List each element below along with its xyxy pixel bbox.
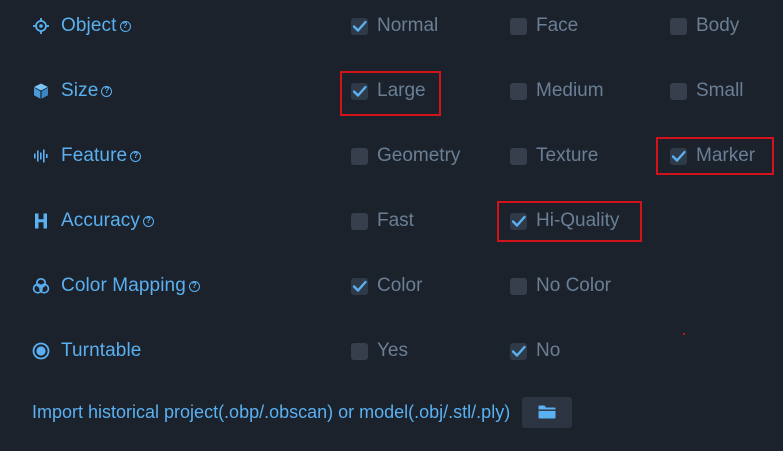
checkbox-normal[interactable] [351,17,368,35]
color-mapping-label: Color Mapping [61,275,186,296]
option-yes[interactable]: Yes [351,331,408,371]
color-mapping-label-group: Color Mapping ? [32,266,200,306]
option-medium[interactable]: Medium [510,71,604,111]
option-geometry[interactable]: Geometry [351,136,460,176]
option-label: Body [696,15,740,36]
red-dot-mark [683,333,685,335]
checkbox-small[interactable] [670,82,687,100]
option-no[interactable]: No [510,331,560,371]
option-small[interactable]: Small [670,71,744,111]
option-label: Geometry [377,145,461,166]
size-label-group: Size ? [32,71,113,111]
object-label-group: Object ? [32,6,131,46]
option-label: Color [377,275,423,296]
checkbox-medium[interactable] [510,82,527,100]
option-texture[interactable]: Texture [510,136,598,176]
accuracy-label-group: Accuracy ? [32,201,154,241]
option-label: No Color [536,275,611,296]
option-label: Medium [536,80,604,101]
feature-label: Feature [61,145,128,166]
help-icon[interactable]: ? [188,280,200,292]
option-no-color[interactable]: No Color [510,266,611,306]
checkbox-fast[interactable] [351,212,368,230]
help-icon[interactable]: ? [142,215,154,227]
option-label: Face [536,15,579,36]
object-row: Object ? Normal Face Body [0,6,783,46]
size-label: Size [61,80,99,101]
highlight-large [340,71,441,116]
import-link[interactable]: Import historical project(.obp/.obscan) … [32,402,510,423]
checkbox-no-color[interactable] [510,277,527,295]
option-normal[interactable]: Normal [351,6,438,46]
checkbox-body[interactable] [670,17,687,35]
help-icon[interactable]: ? [130,150,142,162]
import-folder-button[interactable] [522,396,573,428]
h-letter-icon [32,212,50,230]
option-label: Fast [377,210,414,231]
checkbox-texture[interactable] [510,147,527,165]
option-label: Texture [536,145,599,166]
option-face[interactable]: Face [510,6,578,46]
accuracy-label: Accuracy [61,210,140,231]
checkbox-yes[interactable] [351,342,368,360]
option-color[interactable]: Color [351,266,422,306]
cube-icon [32,82,50,100]
checkbox-color[interactable] [351,277,368,295]
option-label: No [536,340,561,361]
checkbox-face[interactable] [510,17,527,35]
help-icon[interactable]: ? [119,20,131,32]
option-body[interactable]: Body [670,6,739,46]
import-row: Import historical project(.obp/.obscan) … [32,396,573,428]
turntable-label: Turntable [61,340,142,361]
highlight-marker [656,137,774,175]
color-circles-icon [32,277,50,295]
turntable-row: Turntable Yes No [0,331,783,371]
folder-icon [538,405,556,419]
highlight-hi-quality [497,201,642,242]
target-icon [32,17,50,35]
waveform-icon [32,147,50,165]
color-mapping-row: Color Mapping ? Color No Color [0,266,783,306]
turntable-label-group: Turntable [32,331,141,371]
feature-label-group: Feature ? [32,136,142,176]
option-label: Small [696,80,744,101]
checkbox-geometry[interactable] [351,147,368,165]
option-label: Yes [377,340,408,361]
option-label: Normal [377,15,439,36]
option-fast[interactable]: Fast [351,201,414,241]
help-icon[interactable]: ? [101,85,113,97]
accuracy-row: Accuracy ? Fast Hi-Quality [0,201,783,241]
checkbox-no[interactable] [510,342,527,360]
turntable-icon [32,342,50,360]
object-label: Object [61,15,117,36]
